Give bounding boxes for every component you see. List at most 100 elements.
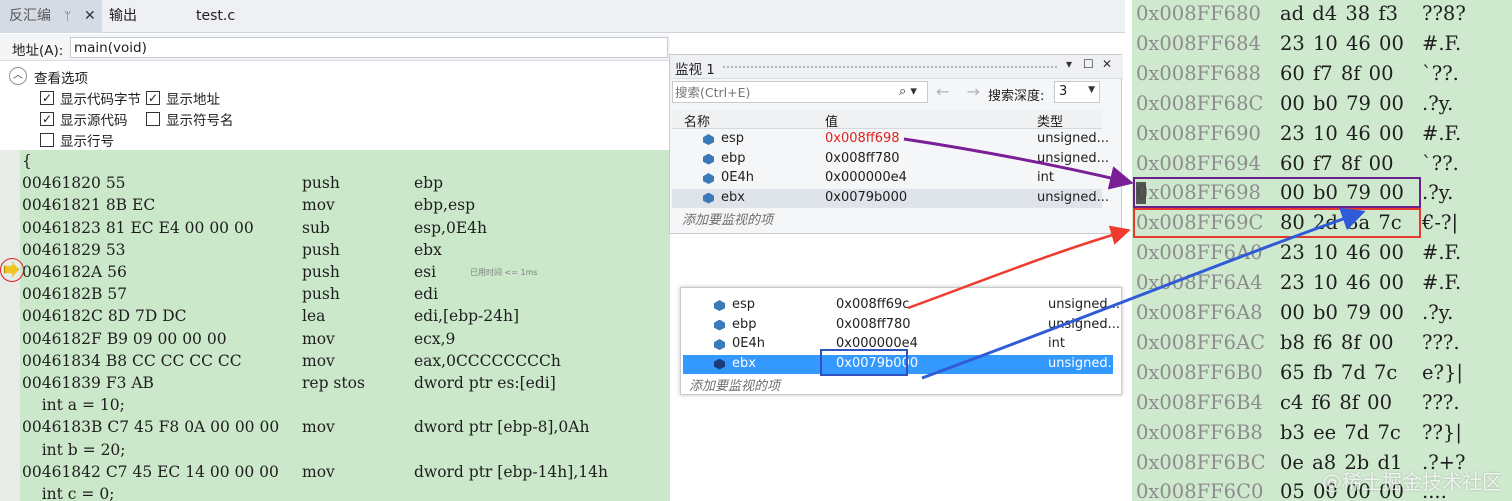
- memory-bytes: 60 f7 8f 00: [1280, 61, 1394, 85]
- instruction-operands: edi,[ebp-24h]: [414, 307, 520, 326]
- memory-chars: `??.: [1422, 61, 1459, 85]
- watch-value: 0x008ff69c: [836, 297, 910, 312]
- drag-grip[interactable]: [722, 65, 1057, 70]
- watch-row[interactable]: esp 0x008ff69c unsigned...: [683, 296, 1120, 316]
- memory-address: 0x008FF684: [1136, 31, 1261, 55]
- instruction-mnemonic: mov: [302, 351, 335, 370]
- memory-view[interactable]: 0x008FF680 ad d4 38 f3 ??8? 0x008FF684 23 10…: [1132, 0, 1512, 501]
- collapse-icon[interactable]: ︿: [9, 67, 27, 85]
- instruction-mnemonic: rep stos: [302, 374, 365, 392]
- close-icon[interactable]: ✕: [1102, 57, 1112, 71]
- checkbox-show-address[interactable]: ✓ 显示地址: [146, 88, 220, 108]
- instruction-mnemonic: mov: [302, 329, 335, 348]
- instruction-address-bytes: int c = 0;: [22, 485, 115, 501]
- search-nav-arrows-icon[interactable]: ← →: [936, 82, 986, 101]
- memory-address: 0x008FF6B4: [1136, 390, 1263, 414]
- view-options-panel: ︿ 查看选项 ✓ 显示代码字节 ✓ 显示地址 ✓ 显示源代码 显示符号名 显示行…: [0, 62, 670, 150]
- dropdown-icon[interactable]: ▾: [1066, 57, 1072, 71]
- add-watch-item[interactable]: 添加要监视的项: [682, 209, 773, 228]
- memory-bytes: 23 10 46 00: [1280, 121, 1404, 145]
- column-header-name[interactable]: 名称: [684, 111, 710, 130]
- memory-bytes: b8 f6 8f 00: [1280, 330, 1394, 354]
- current-instruction-marker: [0, 258, 24, 282]
- instruction-address-bytes: 00461821 8B EC: [22, 196, 156, 215]
- instruction-address-bytes: 00461839 F3 AB: [22, 374, 154, 392]
- column-header-value[interactable]: 值: [825, 111, 838, 130]
- watch-type: unsigned...: [1048, 355, 1121, 371]
- watch-row[interactable]: ebp 0x008ff780 unsigned...: [672, 150, 1109, 170]
- watch-row[interactable]: ebx 0x0079b000 unsigned...: [672, 188, 1109, 208]
- tab-test-c[interactable]: test.c: [196, 0, 235, 33]
- memory-address: 0x008FF6BC: [1136, 450, 1266, 474]
- memory-row[interactable]: 0x008FF6AC b8 f6 8f 00???.: [1132, 328, 1512, 358]
- instruction-mnemonic: mov: [302, 196, 335, 215]
- memory-address: 0x008FF6A4: [1136, 271, 1263, 295]
- checkbox-show-source[interactable]: ✓ 显示源代码: [40, 109, 128, 129]
- tab-disassembly[interactable]: 反汇编 ᛘ ✕: [0, 0, 102, 33]
- memory-row[interactable]: 0x008FF680 ad d4 38 f3 ??8?: [1132, 0, 1512, 29]
- instruction-operands: ebx: [414, 240, 442, 259]
- search-icon[interactable]: ⌕ ▾: [899, 84, 917, 99]
- chevron-down-icon: ▼: [1088, 85, 1095, 95]
- instruction-address-bytes: 00461842 C7 45 EC 14 00 00 00: [22, 462, 279, 481]
- instruction-address-bytes: 0046182C 8D 7D DC: [22, 307, 187, 326]
- memory-row[interactable]: 0x008FF6A4 23 10 46 00 #.F.: [1132, 268, 1512, 298]
- memory-row[interactable]: 0x008FF690 23 10 46 00 #.F.: [1132, 119, 1512, 149]
- instruction-address-bytes: 00461823 81 EC E4 00 00 00: [22, 218, 254, 237]
- variable-icon: [714, 300, 725, 311]
- memory-row[interactable]: 0x008FF6A0 23 10 46 00 #.F.: [1132, 238, 1512, 268]
- instruction-operands: ebp: [414, 174, 444, 193]
- memory-address: 0x008FF6C0: [1136, 480, 1264, 501]
- memory-row[interactable]: 0x008FF6B8 b3 ee 7d 7c ??}|: [1132, 418, 1512, 448]
- pin-icon[interactable]: ᛘ: [64, 0, 71, 32]
- close-icon[interactable]: ✕: [84, 0, 96, 32]
- memory-row[interactable]: 0x008FF684 23 10 46 00 #.F.: [1132, 29, 1512, 59]
- instruction-operands: dword ptr [ebp-14h],14h: [414, 462, 608, 481]
- checkbox-checked-icon: ✓: [146, 91, 160, 105]
- instruction-address-bytes: 00461820 55: [22, 174, 126, 193]
- memory-row[interactable]: 0x008FF694 60 f7 8f 00 `??.: [1132, 149, 1512, 179]
- memory-row[interactable]: 0x008FF68C 00 b0 79 00 .?y.: [1132, 89, 1512, 119]
- watch-row[interactable]: 0E4h 0x000000e4 int: [672, 169, 1102, 189]
- memory-chars: #.F.: [1422, 241, 1462, 265]
- disassembly-view[interactable]: {00461820 55 push ebp 00461821 8B EC mov ebp,…: [0, 150, 670, 501]
- memory-chars: `??.: [1422, 151, 1459, 175]
- watch-search-input[interactable]: [675, 84, 891, 100]
- variable-icon: [703, 134, 714, 145]
- watch-search-box[interactable]: ⌕ ▾: [672, 81, 928, 103]
- search-depth-select[interactable]: 3 ▼: [1054, 81, 1100, 103]
- watch-row[interactable]: esp 0x008ff698 unsigned...: [672, 130, 1109, 150]
- instruction-address-bytes: int b = 20;: [22, 440, 126, 459]
- address-input[interactable]: [70, 37, 668, 58]
- memory-bytes: 00 b0 79 00: [1280, 301, 1404, 324]
- memory-address: 0x008FF688: [1136, 61, 1261, 85]
- watch-name: ebp: [732, 316, 757, 332]
- checkbox-show-code-bytes[interactable]: ✓ 显示代码字节: [40, 88, 141, 108]
- watch-name: 0E4h: [732, 336, 765, 351]
- memory-row[interactable]: 0x008FF6A8 00 b0 79 00 .?y.: [1132, 298, 1512, 328]
- checkbox-show-line-numbers[interactable]: 显示行号: [40, 130, 114, 150]
- watch-type: int: [1037, 170, 1054, 185]
- maximize-icon[interactable]: ☐: [1083, 57, 1094, 71]
- instruction-operands: dword ptr [ebp-8],0Ah: [414, 418, 590, 437]
- memory-highlight-esp-before: [1133, 177, 1421, 208]
- breakpoint-gutter[interactable]: [0, 150, 20, 501]
- add-watch-item[interactable]: 添加要监视的项: [689, 375, 780, 394]
- memory-chars: #.F.: [1422, 31, 1462, 55]
- watch-row[interactable]: ebp 0x008ff780 unsigned...: [683, 316, 1120, 336]
- watch-title-bar[interactable]: 监视 1 ▾ ☐ ✕: [670, 55, 1123, 79]
- memory-row[interactable]: 0x008FF6B0 65 fb 7d 7c e?}|: [1132, 358, 1512, 388]
- memory-row[interactable]: 0x008FF688 60 f7 8f 00 `??.: [1132, 59, 1512, 89]
- variable-icon: [703, 173, 714, 184]
- memory-row[interactable]: 0x008FF6B4 c4 f6 8f 00???.: [1132, 388, 1512, 418]
- column-header-type[interactable]: 类型: [1037, 111, 1063, 130]
- instruction-operands: edi: [414, 285, 439, 304]
- checkbox-unchecked-icon: [146, 112, 160, 126]
- watch-grid-header: 名称 值 类型: [672, 109, 1102, 130]
- watch-type: unsigned...: [1037, 189, 1110, 205]
- checkbox-show-symbols[interactable]: 显示符号名: [146, 109, 234, 129]
- tab-output[interactable]: 输出: [109, 0, 137, 33]
- watch-type: int: [1048, 336, 1065, 351]
- memory-address: 0x008FF6A0: [1136, 241, 1263, 265]
- memory-address: 0x008FF6A8: [1136, 301, 1263, 324]
